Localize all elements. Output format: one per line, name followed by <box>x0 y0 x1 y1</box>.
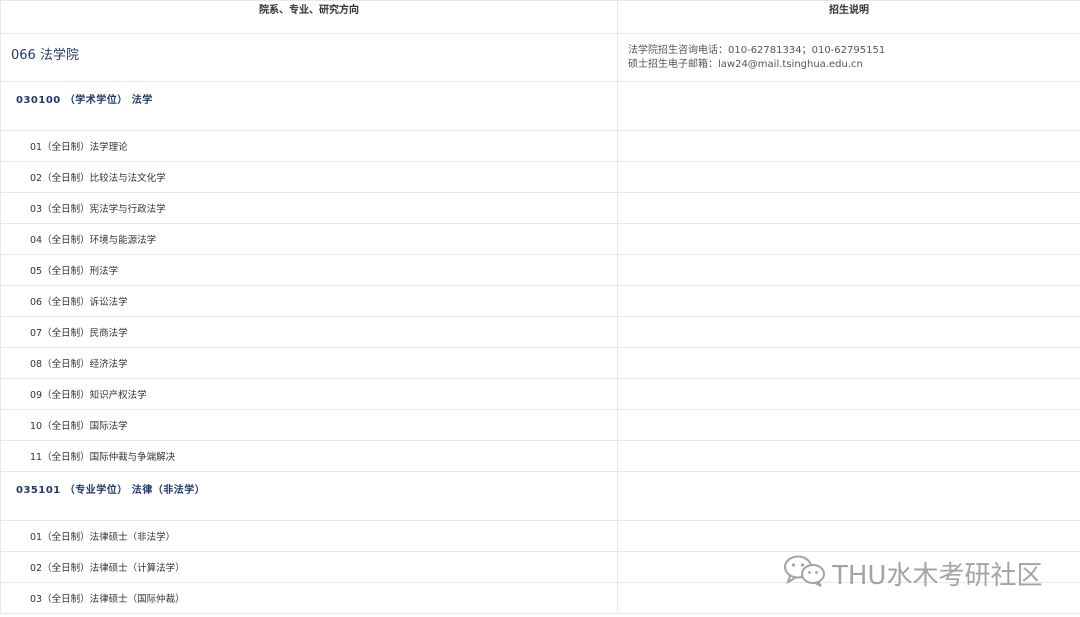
direction-label: 08（全日制）经济法学 <box>30 359 128 370</box>
major-title: 035101 （专业学位） 法律（非法学） <box>16 485 206 496</box>
department-contact-info: 法学院招生咨询电话：010-62781334；010-62795151 硕士招生… <box>618 34 1080 72</box>
direction-row: 02（全日制）比较法与法文化学 <box>0 161 1080 193</box>
direction-row: 10（全日制）国际法学 <box>0 409 1080 441</box>
direction-row: 04（全日制）环境与能源法学 <box>0 223 1080 255</box>
direction-label: 03（全日制）法律硕士（国际仲裁） <box>30 594 185 605</box>
direction-row: 01（全日制）法律硕士（非法学） <box>0 520 1080 552</box>
direction-row: 06（全日制）诉讼法学 <box>0 285 1080 317</box>
direction-label: 09（全日制）知识产权法学 <box>30 390 147 401</box>
major-title: 030100 （学术学位） 法学 <box>16 95 153 106</box>
contact-phone: 法学院招生咨询电话：010-62781334；010-62795151 <box>628 45 886 56</box>
wechat-icon <box>782 553 826 594</box>
department-row: 066 法学院 法学院招生咨询电话：010-62781334；010-62795… <box>0 33 1080 82</box>
contact-email: 硕士招生电子邮箱：law24@mail.tsinghua.edu.cn <box>628 59 863 70</box>
direction-row: 07（全日制）民商法学 <box>0 316 1080 348</box>
direction-label: 01（全日制）法学理论 <box>30 142 128 153</box>
direction-label: 05（全日制）刑法学 <box>30 266 119 277</box>
direction-label: 02（全日制）比较法与法文化学 <box>30 173 166 184</box>
major-row: 030100 （学术学位） 法学 <box>0 81 1080 131</box>
direction-row: 09（全日制）知识产权法学 <box>0 378 1080 410</box>
direction-row: 05（全日制）刑法学 <box>0 254 1080 286</box>
direction-label: 01（全日制）法律硕士（非法学） <box>30 532 176 543</box>
direction-row: 11（全日制）国际仲裁与争端解决 <box>0 440 1080 472</box>
direction-row: 03（全日制）宪法学与行政法学 <box>0 192 1080 224</box>
watermark: THU水木考研社区 <box>782 553 1042 594</box>
watermark-text: THU水木考研社区 <box>832 561 1043 591</box>
department-name: 066 法学院 <box>11 48 79 63</box>
major-row: 035101 （专业学位） 法律（非法学） <box>0 471 1080 521</box>
direction-label: 04（全日制）环境与能源法学 <box>30 235 157 246</box>
header-notes-column: 招生说明 <box>617 0 1080 34</box>
direction-label: 02（全日制）法律硕士（计算法学） <box>30 563 185 574</box>
direction-row: 08（全日制）经济法学 <box>0 347 1080 379</box>
direction-label: 06（全日制）诉讼法学 <box>30 297 128 308</box>
direction-label: 10（全日制）国际法学 <box>30 421 128 432</box>
direction-label: 03（全日制）宪法学与行政法学 <box>30 204 166 215</box>
direction-row: 01（全日制）法学理论 <box>0 130 1080 162</box>
admissions-table: 院系、专业、研究方向 招生说明 066 法学院 法学院招生咨询电话：010-62… <box>0 0 1080 614</box>
direction-label: 11（全日制）国际仲裁与争端解决 <box>30 452 176 463</box>
direction-label: 07（全日制）民商法学 <box>30 328 128 339</box>
header-department-column: 院系、专业、研究方向 <box>0 0 618 34</box>
